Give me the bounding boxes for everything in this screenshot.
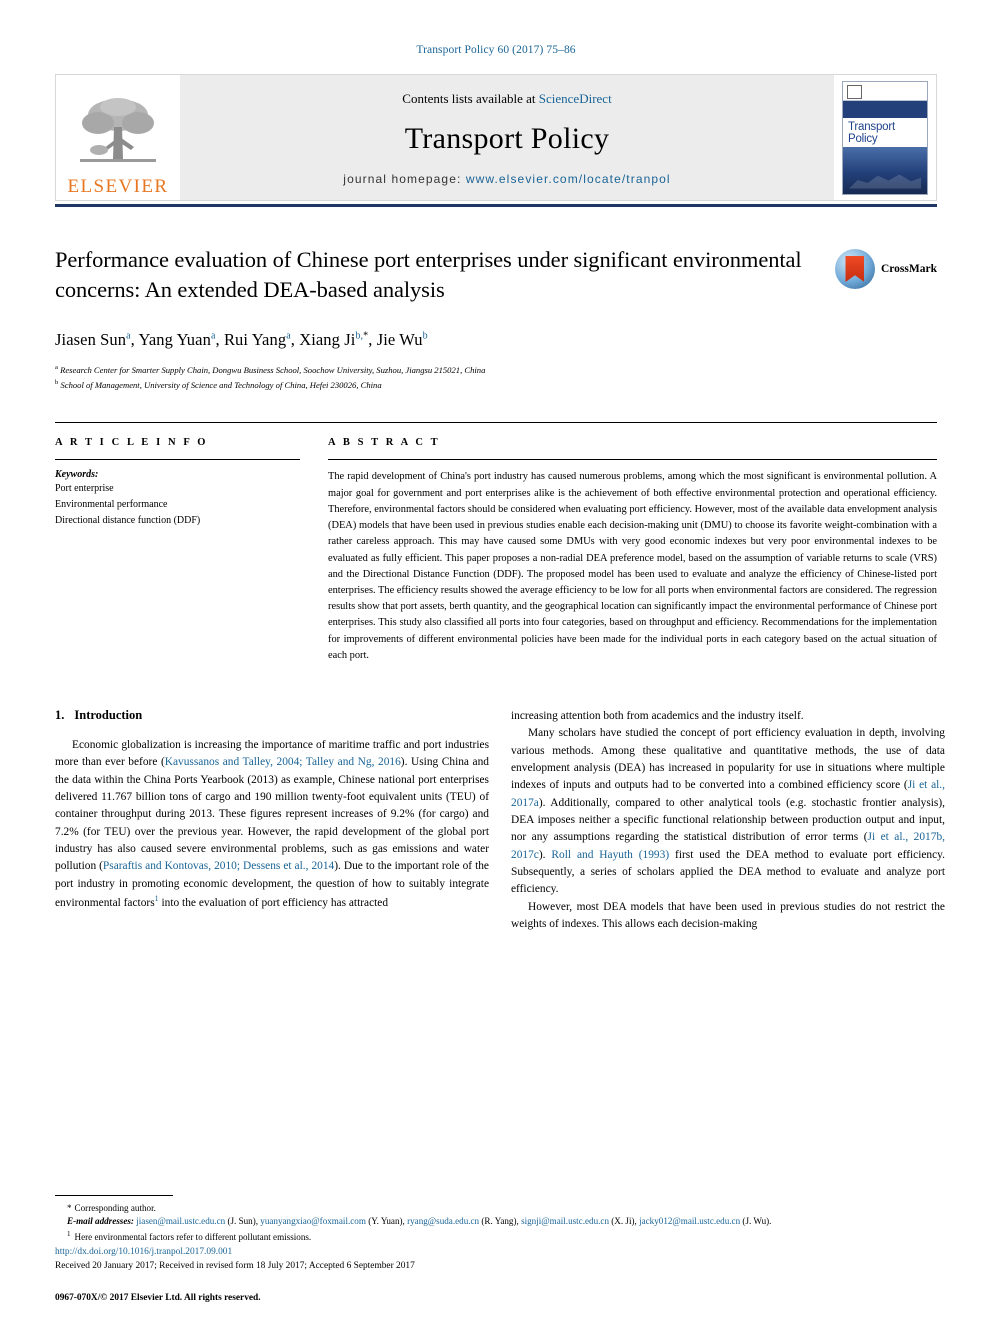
publication-footer: http://dx.doi.org/10.1016/j.tranpol.2017… [55,1245,937,1303]
article-title: Performance evaluation of Chinese port e… [55,247,802,302]
author-name: Xiang Ji [299,329,356,349]
crossmark-icon [834,249,875,289]
crossmark-bookmark-shape [845,256,865,282]
email-link[interactable]: ryang@suda.edu.cn [407,1216,479,1226]
info-abstract-section: A R T I C L E I N F O Keywords: Port ent… [55,422,937,664]
elsevier-tree-icon [80,98,156,162]
body-columns: 1. Introduction Economic globalization is… [55,708,945,933]
article-info-rule [55,459,300,461]
author-name: Rui Yang [223,329,287,349]
running-head: Transport Policy 60 (2017) 75–86 [416,44,576,56]
email-person: (J. Wu) [742,1216,770,1227]
author-affil-marker: b [422,330,428,342]
title-block: Performance evaluation of Chinese port e… [55,245,937,392]
journal-title: Transport Policy [404,122,610,155]
email-link[interactable]: jacky012@mail.ustc.edu.cn [639,1216,740,1226]
author-affil-marker: b, [355,330,364,342]
elsevier-logo: ELSEVIER [55,74,180,201]
abstract-heading: A B S T R A C T [328,437,441,449]
affiliation-item: b School of Management, University of Sc… [55,378,937,393]
citation-link[interactable]: Psaraftis and Kontovas, 2010; Dessens et… [103,860,334,872]
corresponding-star: * [67,1202,72,1213]
paragraph-text: ). [538,848,552,861]
journal-homepage-line: journal homepage: www.elsevier.com/locat… [343,172,670,186]
article-info-heading: A R T I C L E I N F O [55,437,209,449]
paragraph: Economic globalization is increasing the… [55,737,489,912]
journal-cover-thumbnail: Transport Policy [834,74,937,201]
paragraph-text: Many scholars have studied the concept o… [511,727,945,792]
crossmark-badge[interactable]: CrossMark [834,249,937,289]
corresponding-author-marker: * [363,330,369,342]
received-dates: Received 20 January 2017; Received in re… [55,1260,415,1271]
journal-masthead: ELSEVIER Contents lists available at Sci… [55,74,937,207]
email-link[interactable]: signji@mail.ustc.edu.cn [521,1216,609,1226]
keyword-item: Directional distance function (DDF) [55,515,201,526]
abstract-column: A B S T R A C T The rapid development of… [328,437,937,664]
author-affil-marker: a [286,330,291,342]
footnote-number: 1 [67,1230,71,1239]
corresponding-author-footnote: * Corresponding author. [55,1202,937,1216]
contents-prefix: Contents lists available at [402,91,539,106]
affiliation-item: a Research Center for Smarter Supply Cha… [55,363,937,378]
issn-copyright: 0967-070X/© 2017 Elsevier Ltd. All right… [55,1293,261,1303]
author-affil-marker: a [210,330,216,342]
affiliation-text: Research Center for Smarter Supply Chain… [60,364,486,375]
paragraph: Many scholars have studied the concept o… [511,725,945,898]
author-name: Jie Wu [376,329,423,349]
abstract-text: The rapid development of China's port in… [328,471,938,661]
sciencedirect-link[interactable]: ScienceDirect [539,91,612,106]
email-person: (Y. Yuan) [368,1216,403,1227]
cover-photo [843,146,927,194]
cover-publisher-mark [843,81,927,101]
paragraph: However, most DEA models that have been … [511,900,945,930]
email-person: (R. Yang) [481,1216,517,1227]
corresponding-text: Corresponding author. [74,1202,156,1213]
body-column-left: 1. Introduction Economic globalization is… [55,708,489,933]
masthead-center: Contents lists available at ScienceDirec… [180,74,834,201]
elsevier-wordmark: ELSEVIER [67,176,169,197]
paragraph: increasing attention both from academics… [511,710,804,723]
affiliation-list: a Research Center for Smarter Supply Cha… [55,363,937,393]
author-list: Jiasen Suna, Yang Yuana, Rui Yanga, Xian… [55,329,428,349]
affiliation-marker: a [55,363,58,371]
citation-link[interactable]: Kavussanos and Talley, 2004; Talley and … [165,756,401,768]
footnote-rule [55,1194,173,1196]
keyword-item: Environmental performance [55,499,168,511]
author-affil-marker: a [126,330,131,342]
numbered-footnote: 1 Here environmental factors refer to dif… [55,1229,937,1245]
section-heading-introduction: 1. Introduction [55,708,489,723]
section-number: 1. [55,708,65,723]
body-column-right: increasing attention both from academics… [511,708,945,933]
email-link[interactable]: jiasen@mail.ustc.edu.cn [136,1216,225,1226]
section-title-text: Introduction [74,708,143,723]
abstract-rule [328,459,937,461]
email-label: E-mail addresses: [67,1216,134,1227]
footnote-area: * Corresponding author. E-mail addresses:… [55,1194,937,1245]
keywords-label: Keywords: [55,469,99,481]
cover-image: Transport Policy [842,80,928,195]
email-footnote: E-mail addresses: jiasen@mail.ustc.edu.c… [67,1216,772,1227]
paragraph-text: ). Using China and the data within the C… [55,756,489,873]
cover-journal-title: Transport Policy [848,120,895,145]
paper-page: Transport Policy 60 (2017) 75–86 ELSEVIE… [0,0,992,1323]
contents-available-line: Contents lists available at ScienceDirec… [402,91,611,107]
email-link[interactable]: yuanyangxiao@foxmail.com [260,1216,366,1226]
footnote-text: Here environmental factors refer to diff… [74,1232,312,1243]
author-name: Yang Yuan [138,329,211,349]
article-info-column: A R T I C L E I N F O Keywords: Port ent… [55,437,300,664]
email-person: (J. Sun) [227,1216,256,1227]
cover-society-band [843,100,927,118]
email-person: (X. Ji) [611,1216,635,1227]
crossmark-label: CrossMark [880,263,937,275]
keyword-item: Port enterprise [55,483,114,495]
paragraph-text: into the evaluation of port efficiency h… [158,896,389,909]
citation-link[interactable]: Roll and Hayuth (1993) [551,849,669,861]
author-name: Jiasen Sun [55,329,127,349]
homepage-label: journal homepage: [343,172,466,186]
affiliation-marker: b [55,378,59,386]
homepage-url-link[interactable]: www.elsevier.com/locate/tranpol [466,172,671,186]
doi-link[interactable]: http://dx.doi.org/10.1016/j.tranpol.2017… [55,1245,937,1259]
affiliation-text: School of Management, University of Scie… [60,379,382,390]
